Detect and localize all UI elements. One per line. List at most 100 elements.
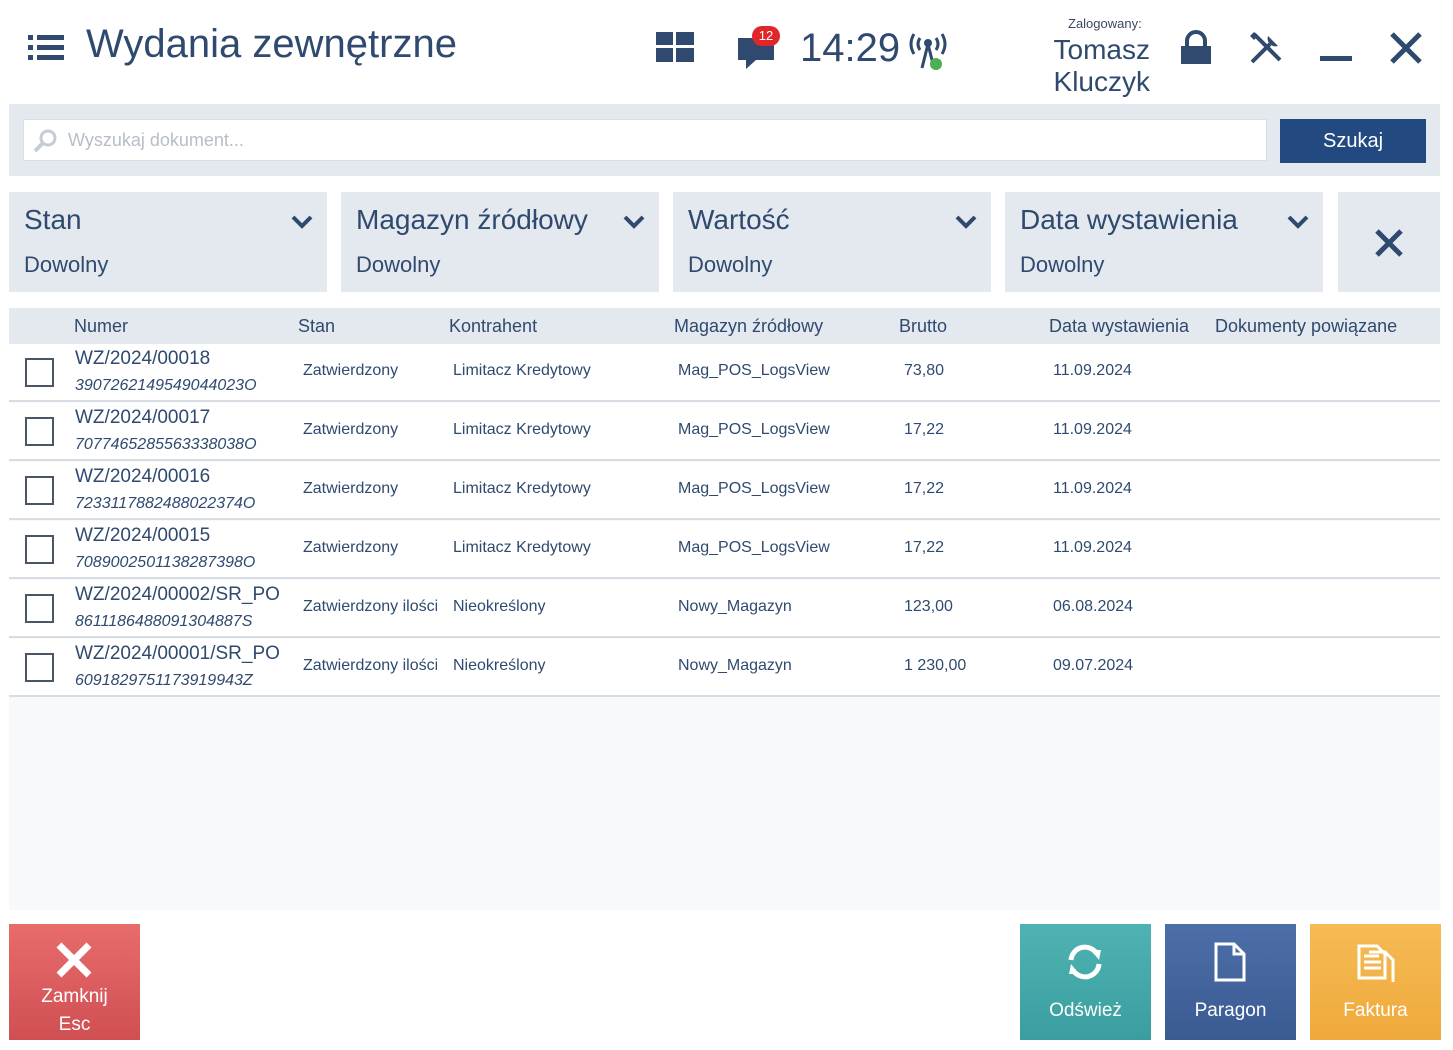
document-state: Zatwierdzony [303,362,399,379]
document-contractor: Nieokreślony [453,598,546,615]
document-warehouse: Mag_POS_LogsView [678,539,830,556]
tools-icon[interactable] [1248,30,1284,66]
document-warehouse: Mag_POS_LogsView [678,480,830,497]
document-warehouse: Mag_POS_LogsView [678,362,830,379]
document-table: WZ/2024/00018 3907262149549044023O Zatwi… [9,344,1440,910]
chevron-down-icon [1287,215,1309,229]
column-header-issue-date[interactable]: Data wystawienia [1049,316,1189,337]
table-row[interactable]: WZ/2024/00016 7233117882488022374O Zatwi… [9,462,1440,520]
document-warehouse: Mag_POS_LogsView [678,421,830,438]
document-date: 11.09.2024 [1053,421,1132,438]
document-icon [1214,942,1246,982]
filter-value: Dowolny [356,252,441,277]
invoice-button-label: Faktura [1343,1000,1408,1021]
search-icon [33,129,57,153]
chevron-down-icon [623,215,645,229]
clear-filters-button[interactable] [1338,192,1440,292]
user-name: Tomasz Kluczyk [1053,34,1150,97]
document-number: WZ/2024/00015 [75,525,211,546]
invoice-icon [1357,944,1395,982]
refresh-button[interactable]: Odśwież [1020,924,1151,1040]
filter-title: Stan [24,204,82,235]
notification-badge: 12 [752,26,780,46]
clock: 14:29 [800,26,901,70]
filter-source-warehouse[interactable]: Magazyn źródłowy Dowolny [341,192,659,292]
document-gross: 73,80 [904,362,945,379]
menu-icon[interactable] [28,34,64,62]
close-icon [1375,229,1403,257]
column-header-contractor[interactable]: Kontrahent [449,316,537,337]
refresh-button-label: Odśwież [1049,1000,1122,1021]
lock-icon[interactable] [1178,30,1214,66]
column-header-number[interactable]: Numer [74,316,128,337]
page-title: Wydania zewnętrzne [86,22,457,66]
document-number: WZ/2024/00017 [75,407,211,428]
document-gross: 17,22 [904,480,945,497]
invoice-button[interactable]: Faktura [1310,924,1441,1040]
document-code: 6091829751173919943Z [75,672,253,689]
document-contractor: Limitacz Kredytowy [453,480,591,497]
search-input[interactable] [68,124,1258,156]
document-code: 3907262149549044023O [75,377,257,394]
close-icon [56,942,92,978]
refresh-icon [1068,944,1102,980]
header-bar: Wydania zewnętrzne 12 14:29 Zalogowany: … [0,0,1453,100]
close-button-label: Zamknij [41,986,108,1007]
document-contractor: Limitacz Kredytowy [453,362,591,379]
filter-state[interactable]: Stan Dowolny [9,192,327,292]
row-checkbox[interactable] [25,653,54,682]
receipt-button-label: Paragon [1194,1000,1267,1021]
document-date: 11.09.2024 [1053,480,1132,497]
document-code: 7089002501138287398O [75,554,256,571]
document-date: 06.08.2024 [1053,598,1134,615]
table-row[interactable]: WZ/2024/00018 3907262149549044023O Zatwi… [9,344,1440,402]
logged-in-label: Zalogowany: [1068,16,1142,31]
close-window-icon[interactable] [1388,30,1424,66]
filter-value: Dowolny [24,252,109,277]
document-warehouse: Nowy_Magazyn [678,657,792,674]
document-state: Zatwierdzony [303,539,399,556]
search-button[interactable]: Szukaj [1280,119,1426,163]
minimize-icon[interactable] [1318,30,1354,66]
table-row[interactable]: WZ/2024/00017 7077465285563338038O Zatwi… [9,403,1440,461]
filter-value-amount[interactable]: Wartość Dowolny [673,192,991,292]
filter-title: Magazyn źródłowy [356,204,588,235]
table-row[interactable]: WZ/2024/00001/SR_PO 6091829751173919943Z… [9,639,1440,697]
row-checkbox[interactable] [25,535,54,564]
document-state: Zatwierdzony ilościowo [303,657,437,674]
document-code: 7077465285563338038O [75,436,257,453]
document-warehouse: Nowy_Magazyn [678,598,792,615]
document-code: 8611186488091304887S [75,613,253,630]
document-contractor: Nieokreślony [453,657,546,674]
document-gross: 17,22 [904,539,945,556]
document-number: WZ/2024/00002/SR_PO [75,584,280,605]
document-number: WZ/2024/00016 [75,466,211,487]
document-state: Zatwierdzony ilościowo [303,598,437,615]
row-checkbox[interactable] [25,476,54,505]
document-code: 7233117882488022374O [75,495,256,512]
document-date: 09.07.2024 [1053,657,1134,674]
document-date: 11.09.2024 [1053,539,1132,556]
connection-status-icon [909,33,947,70]
filter-value: Dowolny [688,252,773,277]
table-row[interactable]: WZ/2024/00015 7089002501138287398O Zatwi… [9,521,1440,579]
filter-value: Dowolny [1020,252,1105,277]
table-header: Numer Stan Kontrahent Magazyn źródłowy B… [9,308,1440,344]
receipt-button[interactable]: Paragon [1165,924,1296,1040]
row-checkbox[interactable] [25,594,54,623]
column-header-related-documents[interactable]: Dokumenty powiązane [1215,316,1397,337]
row-checkbox[interactable] [25,358,54,387]
document-gross: 123,00 [904,598,953,615]
column-header-state[interactable]: Stan [298,316,335,337]
table-row[interactable]: WZ/2024/00002/SR_PO 8611186488091304887S… [9,580,1440,638]
tiles-icon[interactable] [656,32,694,62]
column-header-gross[interactable]: Brutto [899,316,947,337]
document-contractor: Limitacz Kredytowy [453,421,591,438]
row-checkbox[interactable] [25,417,54,446]
document-date: 11.09.2024 [1053,362,1132,379]
search-box [23,119,1267,161]
close-button[interactable]: Zamknij Esc [9,924,140,1040]
column-header-source-warehouse[interactable]: Magazyn źródłowy [674,316,823,337]
document-gross: 17,22 [904,421,945,438]
filter-issue-date[interactable]: Data wystawienia Dowolny [1005,192,1323,292]
